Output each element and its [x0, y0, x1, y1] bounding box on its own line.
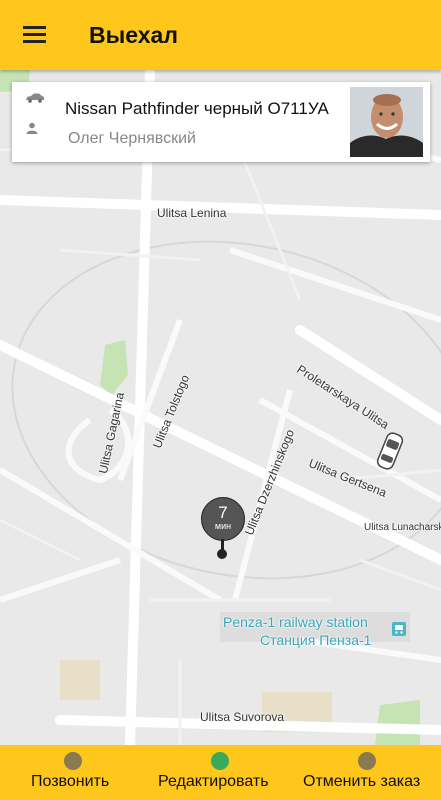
eta-unit: мин	[214, 521, 232, 531]
call-button[interactable]: Позвонить	[0, 745, 145, 800]
eta-pin: 7 мин	[201, 497, 245, 559]
eta-dot	[217, 549, 227, 559]
street-label-lunacharsko: Ulitsa Lunacharsko	[364, 522, 441, 533]
station-label-ru: Станция Пенза-1	[260, 632, 372, 648]
taxi-car-icon	[376, 432, 404, 470]
car-description: Nissan Pathfinder черный О711УА	[65, 99, 329, 118]
street-label-suvorova: Ulitsa Suvorova	[200, 710, 285, 724]
eta-value: 7	[218, 503, 228, 522]
driver-card[interactable]: Nissan Pathfinder черный О711УА Олег Чер…	[12, 82, 430, 162]
driver-name: Олег Чернявский	[68, 130, 196, 147]
cancel-label: Отменить заказ	[303, 773, 421, 790]
map-view[interactable]	[0, 70, 441, 745]
edit-label: Редактировать	[158, 773, 269, 790]
train-icon	[392, 622, 406, 636]
map-canvas	[0, 70, 441, 745]
street-label-lenina: Ulitsa Lenina	[157, 206, 227, 220]
bottom-action-bar: Позвонить Редактировать Отменить заказ	[0, 745, 441, 800]
station-label-en: Penza-1 railway station	[223, 614, 368, 630]
cancel-order-button[interactable]: Отменить заказ	[295, 745, 441, 800]
car-icon	[26, 93, 44, 103]
call-label: Позвонить	[31, 773, 110, 790]
driver-avatar[interactable]	[350, 87, 423, 157]
pencil-icon	[211, 752, 229, 770]
app-bar: Выехал	[0, 0, 441, 70]
hamburger-menu-icon[interactable]	[14, 18, 54, 52]
driver-photo	[350, 87, 423, 157]
phone-icon	[64, 752, 82, 770]
person-icon	[26, 122, 38, 134]
cancel-icon	[358, 752, 376, 770]
edit-button[interactable]: Редактировать	[145, 745, 295, 800]
page-title: Выехал	[89, 22, 178, 48]
